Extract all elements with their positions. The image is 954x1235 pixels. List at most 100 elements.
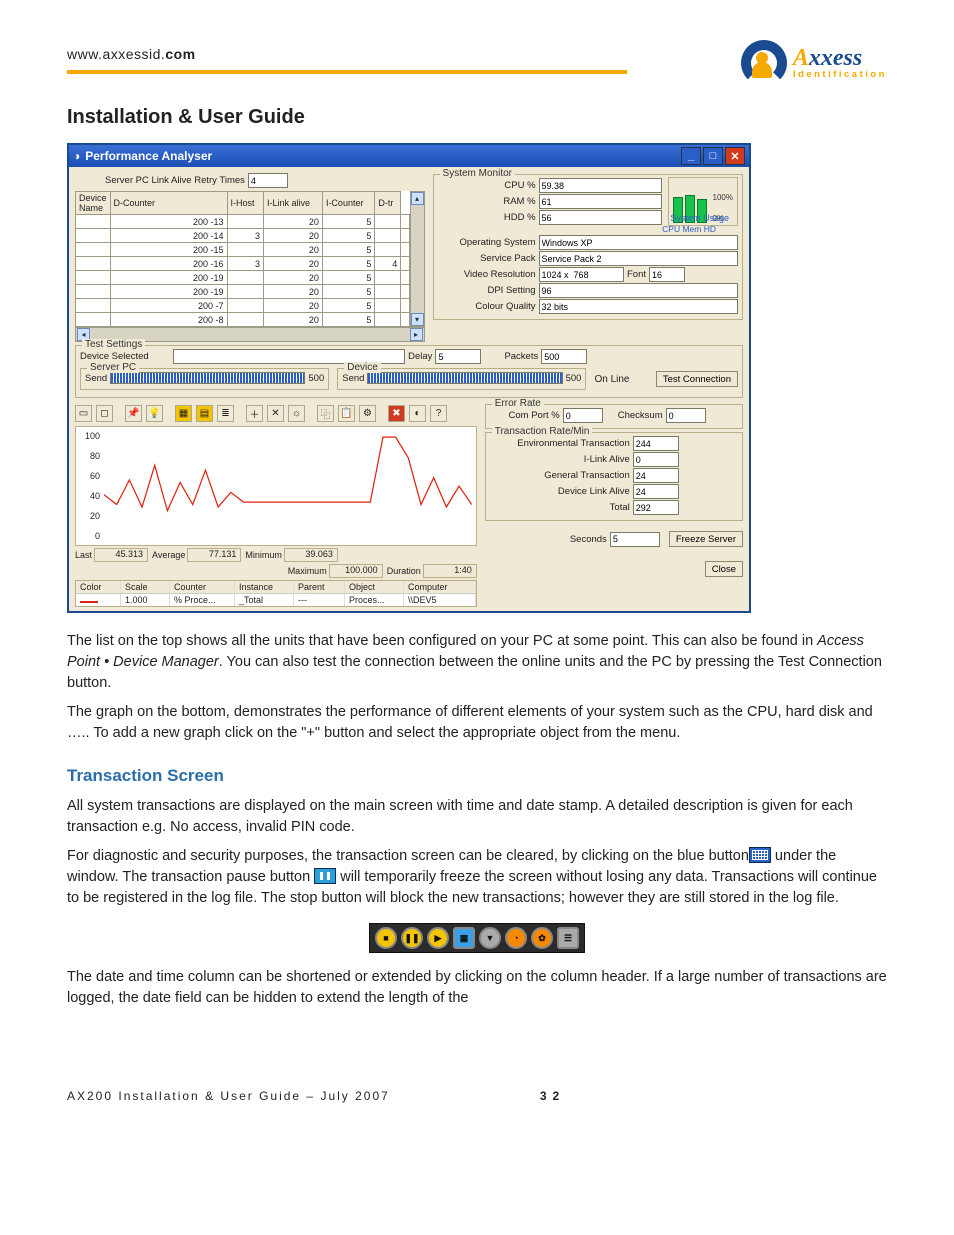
color-swatch	[80, 601, 98, 603]
scroll-up-icon[interactable]: ▴	[411, 192, 424, 205]
table-row[interactable]: 200 -15205	[76, 243, 410, 257]
add-icon[interactable]: ＋	[246, 405, 263, 422]
strip-misc-icon[interactable]: ☰	[557, 927, 579, 949]
legend-header[interactable]: Color	[76, 581, 121, 593]
table-row[interactable]: 200 -13205	[76, 215, 410, 229]
os-value	[539, 235, 738, 250]
sysmon-legend: System Monitor	[440, 168, 515, 179]
paragraph: The list on the top shows all the units …	[67, 631, 887, 694]
env-label: Environmental Transaction	[490, 438, 630, 449]
scroll-down-icon[interactable]: ▾	[411, 313, 424, 326]
strip-down-icon[interactable]: ▼	[479, 927, 501, 949]
table-row[interactable]: 200 -19205	[76, 285, 410, 299]
table-row[interactable]: 200 -1632054	[76, 257, 410, 271]
packets-input[interactable]	[541, 349, 587, 364]
table-header[interactable]: D-tr	[375, 192, 401, 215]
system-usage-panel: System Usage 100% 0%	[668, 177, 738, 226]
performance-graph: 100806040200	[75, 426, 477, 546]
stop-icon[interactable]: ✖	[388, 405, 405, 422]
gt-label: General Transaction	[490, 470, 630, 481]
strip-play-icon[interactable]: ▶	[427, 927, 449, 949]
retry-label: Server PC Link Alive Retry Times	[105, 175, 245, 186]
legend-header[interactable]: Object	[345, 581, 404, 593]
cq-value	[539, 299, 738, 314]
total-value	[633, 500, 679, 515]
freeze-server-button[interactable]: Freeze Server	[669, 531, 743, 547]
ilink-label: I-Link Alive	[490, 454, 630, 465]
strip-pause-icon[interactable]: ❚❚	[401, 927, 423, 949]
window-title: Performance Analyser	[85, 149, 212, 163]
table-row[interactable]: 200 -8205	[76, 313, 410, 327]
table-header[interactable]: I-Host	[227, 192, 264, 215]
copy-icon[interactable]: ⿻	[317, 405, 334, 422]
dpi-label: DPI Setting	[438, 285, 536, 296]
tool-icon[interactable]: ◻	[96, 405, 113, 422]
strip-stop-icon[interactable]: ■	[375, 927, 397, 949]
comport-value	[563, 408, 603, 423]
properties-icon[interactable]: ⚙	[359, 405, 376, 422]
close-window-button[interactable]: Close	[705, 561, 743, 577]
header-url: www.axxessid.com	[67, 46, 627, 62]
cpu-value	[539, 178, 662, 193]
tool-icon[interactable]: ▭	[75, 405, 92, 422]
device-send-value: 500	[566, 373, 582, 384]
tool-icon[interactable]: ▦	[175, 405, 192, 422]
retry-input[interactable]	[248, 173, 288, 188]
help-icon[interactable]: ?	[430, 405, 447, 422]
vr-label: Video Resolution	[438, 269, 536, 280]
legend-header[interactable]: Counter	[170, 581, 235, 593]
serverpc-legend: Server PC	[87, 362, 139, 373]
table-header[interactable]: D-Counter	[110, 192, 227, 215]
header-rule	[67, 70, 627, 74]
test-connection-button[interactable]: Test Connection	[656, 371, 738, 387]
strip-gear-icon[interactable]: ✿	[531, 927, 553, 949]
strip-grid-icon[interactable]: ▦	[453, 927, 475, 949]
vr-value	[539, 267, 624, 282]
checksum-value	[666, 408, 706, 423]
tool-icon[interactable]: ≣	[217, 405, 234, 422]
table-row[interactable]: 200 -143205	[76, 229, 410, 243]
cpu-label: CPU %	[438, 180, 536, 191]
legend-header[interactable]: Instance	[235, 581, 294, 593]
lightbulb-icon[interactable]: 💡	[146, 405, 163, 422]
table-header[interactable]: Device Name	[76, 192, 111, 215]
stat-dur-value: 1:40	[423, 564, 477, 578]
paste-icon[interactable]: 📋	[338, 405, 355, 422]
stat-last-label: Last	[75, 550, 92, 560]
ilink-value	[633, 452, 679, 467]
graph-toolbar: ▭ ◻ 📌 💡 ▦ ▤ ≣ ＋ ✕ ☼ ⿻	[75, 405, 477, 422]
paragraph: For diagnostic and security purposes, th…	[67, 846, 887, 909]
section-heading: Transaction Screen	[67, 766, 887, 786]
table-row[interactable]: 200 -19205	[76, 271, 410, 285]
highlight-icon[interactable]: ☼	[288, 405, 305, 422]
test-settings-legend: Test Settings	[82, 339, 145, 350]
paragraph: All system transactions are displayed on…	[67, 796, 887, 838]
app-icon: ◑	[73, 149, 80, 163]
remove-icon[interactable]: ✕	[267, 405, 284, 422]
legend-header[interactable]: Computer	[404, 581, 476, 593]
performance-analyser-window: ◑ Performance Analyser _ □ ✕ Server PC Li…	[67, 143, 751, 613]
ram-label: RAM %	[438, 196, 536, 207]
scroll-right-icon[interactable]: ▸	[410, 328, 423, 341]
vertical-scrollbar[interactable]: ▴ ▾	[410, 191, 425, 327]
legend-header[interactable]: Scale	[121, 581, 170, 593]
strip-clock-icon[interactable]: ◔	[505, 927, 527, 949]
gt-value	[633, 468, 679, 483]
close-button[interactable]: ✕	[725, 147, 745, 165]
os-label: Operating System	[438, 237, 536, 248]
table-header[interactable]: I-Link alive	[264, 192, 323, 215]
delay-input[interactable]	[435, 349, 481, 364]
seconds-input[interactable]	[610, 532, 660, 547]
legend-header[interactable]: Parent	[294, 581, 345, 593]
sp-label: Service Pack	[438, 253, 536, 264]
table-header[interactable]: I-Counter	[322, 192, 374, 215]
tool-icon[interactable]: ◐	[409, 405, 426, 422]
tool-icon[interactable]: ▤	[196, 405, 213, 422]
pin-icon[interactable]: 📌	[125, 405, 142, 422]
total-label: Total	[490, 502, 630, 513]
stat-dur-label: Duration	[387, 566, 421, 576]
minimize-button[interactable]: _	[681, 147, 701, 165]
maximize-button[interactable]: □	[703, 147, 723, 165]
cq-label: Colour Quality	[438, 301, 536, 312]
table-row[interactable]: 200 -7205	[76, 299, 410, 313]
